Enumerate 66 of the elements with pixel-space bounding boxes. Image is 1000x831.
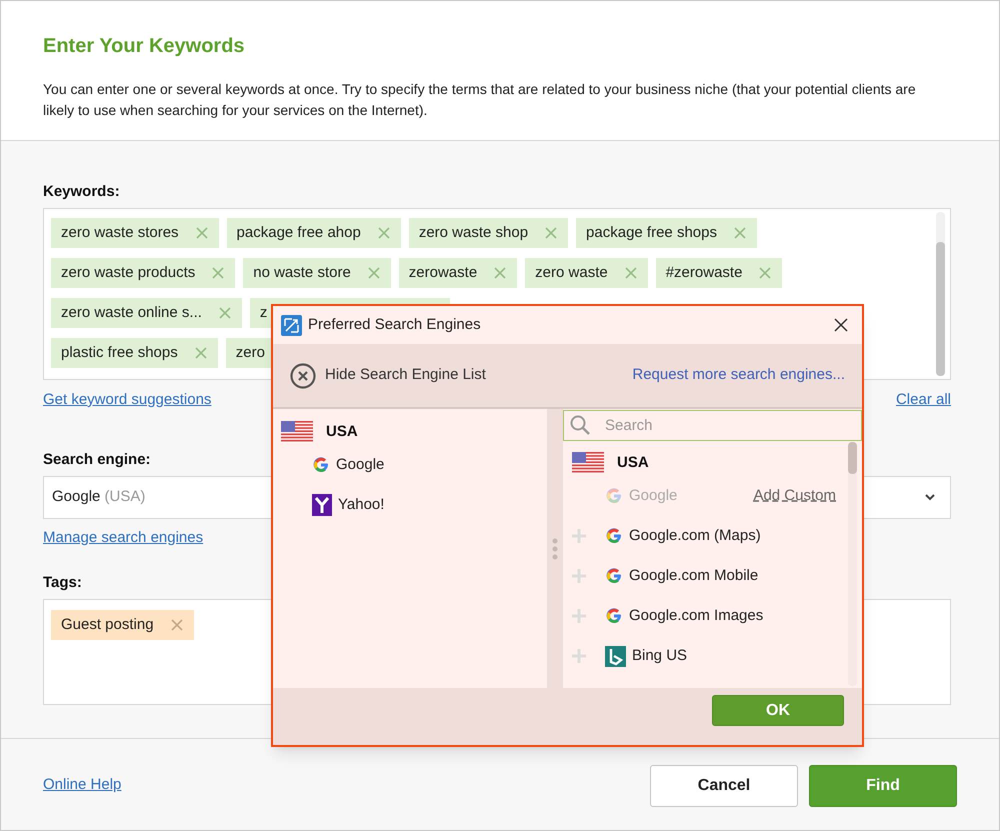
app-icon — [281, 314, 302, 336]
engine-item[interactable]: Google.com Images — [605, 604, 764, 628]
grip-icon — [552, 536, 558, 560]
google-logo-icon — [605, 607, 623, 625]
keyword-chip: plastic free shops — [51, 338, 218, 368]
remove-icon — [376, 226, 391, 240]
plus-icon — [572, 529, 586, 543]
add-custom-link[interactable]: Add Custom — [753, 484, 836, 508]
bing-logo-icon — [605, 646, 626, 666]
scrollbar[interactable] — [936, 212, 945, 376]
engine-item[interactable]: Google.com Mobile — [605, 564, 758, 588]
keyword-chip: zero waste products — [51, 258, 236, 288]
cancel-button[interactable]: Cancel — [650, 764, 798, 806]
keyword-chip: zerowaste — [398, 258, 518, 288]
engine-item[interactable]: Yahoo! — [281, 485, 384, 525]
google-logo-icon — [312, 456, 330, 474]
help-link[interactable]: Online Help — [43, 774, 122, 796]
keyword-chip: zero waste stores — [51, 218, 219, 248]
country-name: USA — [617, 452, 649, 473]
flag-icon — [572, 452, 604, 474]
keyword-chip: zero waste — [525, 258, 648, 288]
remove-icon — [218, 306, 232, 320]
search-icon — [569, 414, 591, 436]
splitter-handle[interactable] — [547, 409, 563, 688]
tag-chip: Guest posting — [51, 610, 194, 640]
manage-engines-link[interactable]: Manage search engines — [43, 526, 204, 549]
keyword-chip: package free ahop — [226, 218, 401, 248]
keyword-chip: #zerowaste — [656, 258, 782, 288]
engine-item[interactable]: Google.com (Maps) — [605, 524, 761, 548]
page-heading: Enter Your Keywords — [43, 34, 246, 59]
search-field[interactable]: Search — [563, 410, 862, 441]
keyword-chip: zero waste online s... — [51, 298, 242, 328]
remove-icon — [194, 346, 208, 360]
engine-item[interactable]: Bing US — [605, 644, 688, 668]
intro-text: You can enter one or several keywords at once. Try to specify the terms that are related to your business niche (that your potential clients are likely to use when searching for your services on the Internet). — [43, 80, 917, 120]
keyword-chip: zero waste shop — [408, 218, 568, 248]
engine-item[interactable]: Google — [281, 445, 384, 485]
yahoo-logo-icon — [312, 494, 332, 516]
google-logo-icon — [605, 527, 623, 545]
plus-icon — [572, 569, 586, 583]
remove-icon — [732, 226, 747, 240]
google-logo-icon — [605, 567, 623, 585]
flag-icon — [281, 421, 313, 443]
remove-icon — [493, 266, 508, 280]
country-name: USA — [326, 422, 358, 442]
keyword-chip: no waste store — [243, 258, 391, 288]
remove-icon — [194, 226, 209, 240]
field-label: Search engine: — [43, 450, 151, 470]
chevron-down-icon — [924, 493, 936, 501]
remove-icon — [211, 266, 226, 280]
suggestions-link[interactable]: Get keyword suggestions — [43, 389, 212, 412]
remove-icon — [544, 226, 558, 240]
scrollbar[interactable] — [848, 442, 857, 686]
close-icon — [834, 318, 848, 332]
clear-all-link[interactable]: Clear all — [896, 389, 951, 412]
remove-icon — [366, 266, 381, 280]
close-circle-icon — [290, 362, 316, 388]
keyword-chip: package free shops — [576, 218, 757, 248]
remove-icon — [758, 266, 772, 280]
remove-icon — [624, 266, 638, 280]
plus-icon — [572, 649, 586, 663]
remove-icon — [170, 618, 184, 632]
google-logo-icon — [605, 487, 623, 505]
field-label: Keywords: — [43, 182, 120, 202]
plus-icon — [572, 609, 586, 623]
field-label: Tags: — [43, 573, 82, 593]
